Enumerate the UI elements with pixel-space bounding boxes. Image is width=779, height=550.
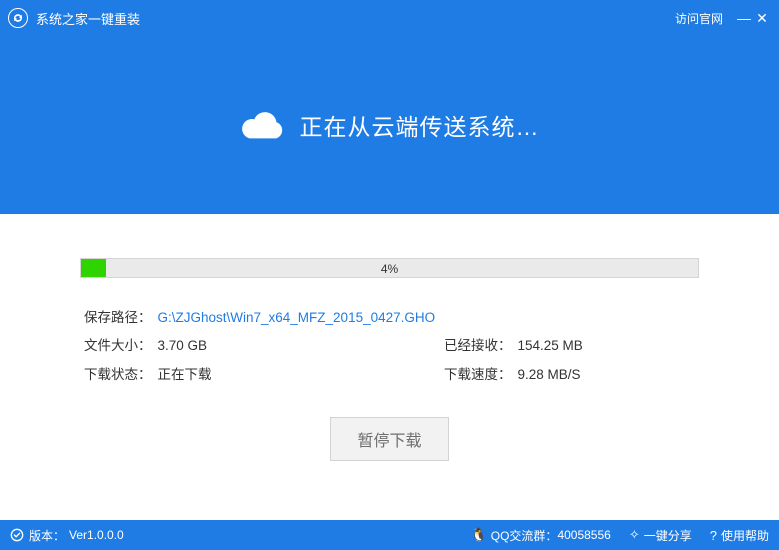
help-icon: ?	[710, 528, 717, 543]
visit-site-link[interactable]: 访问官网	[675, 10, 723, 27]
minimize-button[interactable]: —	[735, 11, 753, 25]
save-path-value[interactable]: G:\ZJGhost\Win7_x64_MFZ_2015_0427.GHO	[158, 310, 436, 325]
version-value: Ver1.0.0.0	[69, 528, 124, 542]
download-speed-label: 下载速度：	[444, 367, 512, 382]
help-text: 使用帮助	[721, 527, 769, 544]
app-title: 系统之家一键重装	[36, 9, 140, 28]
titlebar: 系统之家一键重装 访问官网 — ✕	[0, 0, 779, 36]
version-icon	[10, 528, 24, 542]
close-button[interactable]: ✕	[753, 11, 771, 25]
share-text: 一键分享	[644, 527, 692, 544]
version-label: 版本：	[29, 527, 65, 544]
qq-icon: 🐧	[471, 527, 487, 543]
cloud-icon	[240, 109, 286, 141]
progress-bar: 4%	[80, 258, 699, 278]
qq-group-link[interactable]: 🐧 QQ交流群： 40058556	[471, 527, 611, 544]
app-window: 系统之家一键重装 访问官网 — ✕ 正在从云端传送系统… 4% 保存路径： G:\…	[0, 0, 779, 550]
save-path-label: 保存路径：	[84, 310, 152, 325]
file-size-value: 3.70 GB	[158, 338, 208, 353]
pause-download-button[interactable]: 暂停下载	[330, 417, 448, 461]
qq-value: 40058556	[557, 528, 610, 542]
progress-percent: 4%	[81, 259, 698, 277]
hero-text: 正在从云端传送系统…	[300, 108, 540, 142]
received-label: 已经接收：	[444, 338, 512, 353]
app-logo-icon	[8, 8, 28, 28]
download-info: 保存路径： G:\ZJGhost\Win7_x64_MFZ_2015_0427.G…	[80, 304, 699, 389]
received-value: 154.25 MB	[518, 338, 583, 353]
progress-bar-container: 4%	[80, 258, 699, 278]
qq-label: QQ交流群：	[491, 527, 558, 544]
download-status-value: 正在下载	[158, 367, 212, 382]
statusbar: 版本： Ver1.0.0.0 🐧 QQ交流群： 40058556 ✧ 一键分享 …	[0, 520, 779, 550]
file-size-label: 文件大小：	[84, 338, 152, 353]
share-link[interactable]: ✧ 一键分享	[629, 527, 692, 544]
content-area: 4% 保存路径： G:\ZJGhost\Win7_x64_MFZ_2015_042…	[0, 214, 779, 520]
hero-banner: 正在从云端传送系统…	[0, 36, 779, 214]
download-speed-value: 9.28 MB/S	[518, 367, 581, 382]
help-link[interactable]: ? 使用帮助	[710, 527, 769, 544]
download-status-label: 下载状态：	[84, 367, 152, 382]
share-icon: ✧	[629, 527, 640, 543]
